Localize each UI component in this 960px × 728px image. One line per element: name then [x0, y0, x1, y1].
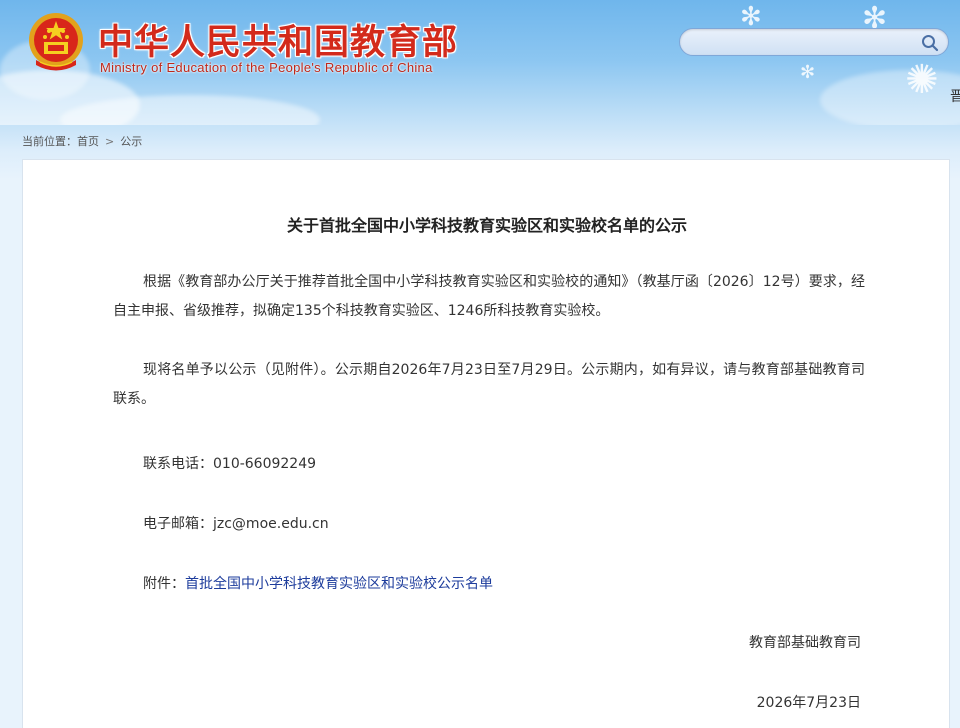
attachment-link[interactable]: 首批全国中小学科技教育实验区和实验校公示名单	[185, 576, 493, 592]
email-line: 电子邮箱：jzc@moe.edu.cn	[143, 513, 329, 533]
attachment-label: 附件：	[143, 576, 185, 592]
dandelion-decoration: ✺	[905, 57, 939, 103]
dandelion-decoration: ✻	[740, 2, 762, 32]
breadcrumb-current-link[interactable]: 公示	[120, 135, 142, 148]
breadcrumb: 当前位置：首页 > 公示	[22, 133, 142, 149]
breadcrumb-home-link[interactable]: 首页	[77, 135, 99, 148]
breadcrumb-prefix: 当前位置：	[22, 135, 77, 148]
article-paragraph: 根据《教育部办公厅关于推荐首批全国中小学科技教育实验区和实验校的通知》（教基厅函…	[113, 274, 865, 319]
breadcrumb-separator: >	[105, 135, 115, 148]
national-emblem-icon	[29, 13, 83, 71]
site-header: ✻ ✻ ✺ ✻ 中华人民共和国教育部 Ministry of Education…	[0, 0, 960, 125]
search-input[interactable]	[692, 32, 912, 52]
publish-date: 2026年7月23日	[756, 695, 861, 711]
site-title-cn[interactable]: 中华人民共和国教育部	[98, 14, 458, 65]
site-title-en[interactable]: Ministry of Education of the People's Re…	[100, 60, 433, 75]
edge-nav-glyph[interactable]: 晋	[950, 86, 960, 106]
search-icon[interactable]	[920, 33, 940, 53]
email-value: jzc@moe.edu.cn	[213, 516, 329, 532]
article-panel: 关于首批全国中小学科技教育实验区和实验校名单的公示 根据《教育部办公厅关于推荐首…	[22, 159, 950, 728]
dandelion-decoration: ✻	[800, 62, 816, 83]
article-title: 关于首批全国中小学科技教育实验区和实验校名单的公示	[286, 216, 687, 235]
search-box[interactable]	[679, 28, 949, 56]
article-paragraph: 现将名单予以公示（见附件）。公示期自2026年7月23日至7月29日。公示期内，…	[113, 362, 865, 407]
signature: 教育部基础教育司	[749, 635, 861, 651]
contact-phone-value: 010-66092249	[213, 456, 317, 472]
cloud-decoration	[820, 70, 960, 125]
attachment-line: 附件：首批全国中小学科技教育实验区和实验校公示名单	[143, 573, 493, 593]
contact-phone-line: 联系电话：010-66092249	[143, 453, 316, 473]
email-label: 电子邮箱：	[143, 516, 213, 532]
contact-phone-label: 联系电话：	[143, 456, 213, 472]
